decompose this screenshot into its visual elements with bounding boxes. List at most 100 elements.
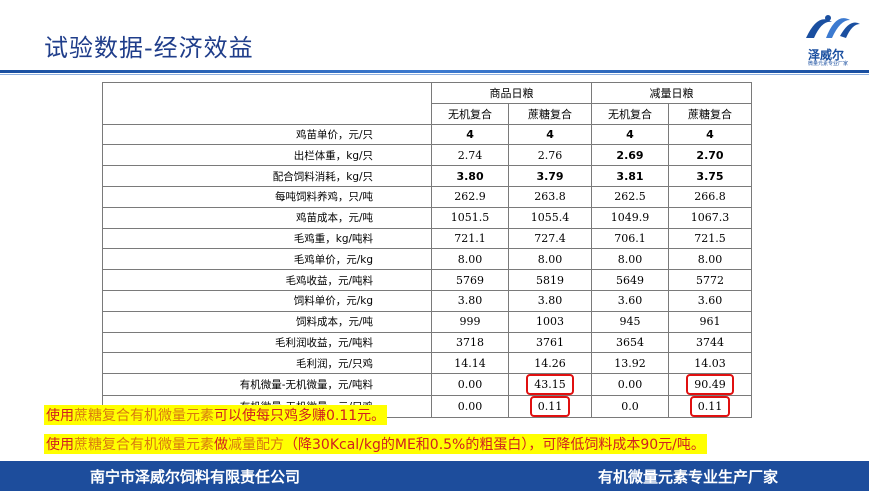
sub-header: 蔗糖复合 <box>667 102 753 125</box>
table-cell: 2.70 <box>667 144 753 167</box>
table-cell: 1049.9 <box>591 206 669 229</box>
table-cell: 3744 <box>667 331 753 354</box>
note-emphasis: 减量配方 <box>228 437 284 453</box>
row-label: 配合饲料消耗，kg/只 <box>101 165 433 187</box>
table-cell: 721.1 <box>431 227 510 250</box>
table-cell: 43.15 <box>508 373 592 397</box>
sub-header: 无机复合 <box>591 102 669 125</box>
table-cell: 3.81 <box>591 165 669 187</box>
row-label: 饲料成本，元/吨 <box>101 310 433 333</box>
table-cell: 8.00 <box>591 248 669 271</box>
table-body: 鸡苗单价，元/只 4 4 4 4 出栏体重，kg/只 2.74 2.76 2.69 2.70 配合饲… <box>101 123 753 419</box>
table-cell: 262.5 <box>591 185 669 208</box>
table-cell: 3.60 <box>591 289 669 312</box>
table-cell: 2.76 <box>508 144 592 167</box>
table-cell: 0.11 <box>508 395 592 419</box>
table-cell: 14.14 <box>431 352 510 375</box>
group-header: 商品日粮 <box>431 82 592 104</box>
table-cell: 0.00 <box>431 373 510 397</box>
table-cell: 262.9 <box>431 185 510 208</box>
note-text: 使用 <box>46 408 74 424</box>
table-cell: 266.8 <box>667 185 753 208</box>
note-text: （降30Kcal/kg的ME和0.5%的粗蛋白），可降低饲料成本90元/吨。 <box>284 437 705 453</box>
title-divider <box>0 70 869 73</box>
row-label: 鸡苗单价，元/只 <box>101 123 433 146</box>
table-cell: 2.74 <box>431 144 510 167</box>
row-label: 毛鸡收益，元/吨料 <box>101 269 433 291</box>
table-cell: 14.26 <box>508 352 592 375</box>
table-cell: 4 <box>591 123 669 146</box>
group-header: 减量日粮 <box>591 82 752 104</box>
table-cell: 3.80 <box>431 289 510 312</box>
logo-subtext: 微量元素专业厂家 <box>808 61 849 67</box>
table-cell: 721.5 <box>667 227 753 250</box>
note-emphasis: 蔗糖复合有机微量元素 <box>74 437 214 453</box>
table-cell: 3654 <box>591 331 669 354</box>
table-cell: 1003 <box>508 310 592 333</box>
title-divider-thin <box>0 74 869 75</box>
footer-slogan: 有机微量元素专业生产厂家 <box>598 468 779 486</box>
page-title: 试验数据-经济效益 <box>44 34 254 62</box>
table-cell: 945 <box>591 310 669 333</box>
note-text: 做 <box>214 437 228 453</box>
table-row: 出栏体重，kg/只 2.74 2.76 2.69 2.70 <box>101 144 753 167</box>
table-cell: 4 <box>508 123 592 146</box>
table-row: 毛鸡重，kg/吨料 721.1 727.4 706.1 721.5 <box>101 227 753 250</box>
row-label: 饲料单价，元/kg <box>101 289 433 312</box>
footer-company: 南宁市泽威尔饲料有限责任公司 <box>90 468 301 486</box>
table-row: 饲料单价，元/kg 3.80 3.80 3.60 3.60 <box>101 289 753 312</box>
row-label: 鸡苗成本，元/吨 <box>101 206 433 229</box>
table-cell: 5769 <box>431 269 510 291</box>
table-cell: 5772 <box>667 269 753 291</box>
table-cell: 4 <box>667 123 753 146</box>
row-label: 每吨饲料养鸡，只/吨 <box>101 185 433 208</box>
table-cell: 1067.3 <box>667 206 753 229</box>
row-label: 毛利润，元/只鸡 <box>101 352 433 375</box>
table-cell: 999 <box>431 310 510 333</box>
note-emphasis: 蔗糖复合有机微量元素 <box>74 408 214 424</box>
highlighted-value: 0.11 <box>529 396 571 418</box>
note-line-2: 使用蔗糖复合有机微量元素做减量配方（降30Kcal/kg的ME和0.5%的粗蛋白… <box>44 434 707 454</box>
table-row: 配合饲料消耗，kg/只 3.80 3.79 3.81 3.75 <box>101 165 753 187</box>
highlighted-value: 43.15 <box>526 374 574 396</box>
table-cell: 3.60 <box>667 289 753 312</box>
table-cell: 3718 <box>431 331 510 354</box>
table-cell: 0.11 <box>667 395 753 419</box>
table-cell: 0.00 <box>431 395 510 419</box>
table-cell: 5649 <box>591 269 669 291</box>
table-row: 毛鸡收益，元/吨料 5769 5819 5649 5772 <box>101 269 753 291</box>
row-label: 毛鸡重，kg/吨料 <box>101 227 433 250</box>
table-group-header-row: 商品日粮 减量日粮 <box>101 82 752 125</box>
row-label: 毛鸡单价，元/kg <box>101 248 433 271</box>
table-row: 毛利润收益，元/吨料 3718 3761 3654 3744 <box>101 331 753 354</box>
table-row: 每吨饲料养鸡，只/吨 262.9 263.8 262.5 266.8 <box>101 185 753 208</box>
table-cell: 3761 <box>508 331 592 354</box>
highlighted-value: 0.11 <box>689 396 731 418</box>
table-cell: 3.80 <box>508 289 592 312</box>
table-cell: 3.75 <box>667 165 753 187</box>
economic-benefit-table: 商品日粮 减量日粮 无机复合 蔗糖复合 无机复合 蔗糖复合 鸡苗单价，元/只 4 4… <box>101 82 753 419</box>
table-cell: 8.00 <box>431 248 510 271</box>
table-cell: 8.00 <box>667 248 753 271</box>
row-label: 出栏体重，kg/只 <box>101 144 433 167</box>
table-row: 饲料成本，元/吨 999 1003 945 961 <box>101 310 753 333</box>
table-cell: 90.49 <box>667 373 753 397</box>
table-row: 毛利润，元/只鸡 14.14 14.26 13.92 14.03 <box>101 352 753 375</box>
table-cell: 263.8 <box>508 185 592 208</box>
table-cell: 706.1 <box>591 227 669 250</box>
table-cell: 14.03 <box>667 352 753 375</box>
row-label: 有机微量-无机微量，元/吨料 <box>101 373 433 397</box>
row-label: 毛利润收益，元/吨料 <box>101 331 433 354</box>
table-cell: 8.00 <box>508 248 592 271</box>
table-cell: 1055.4 <box>508 206 592 229</box>
sub-header: 蔗糖复合 <box>508 102 592 125</box>
sub-header: 无机复合 <box>431 102 510 125</box>
table-cell: 13.92 <box>591 352 669 375</box>
table-cell: 3.80 <box>431 165 510 187</box>
table-cell: 1051.5 <box>431 206 510 229</box>
table-row: 毛鸡单价，元/kg 8.00 8.00 8.00 8.00 <box>101 248 753 271</box>
table-row: 鸡苗成本，元/吨 1051.5 1055.4 1049.9 1067.3 <box>101 206 753 229</box>
table-row: 有机微量-无机微量，元/吨料 0.00 43.15 0.00 90.49 <box>101 373 753 397</box>
table-cell: 2.69 <box>591 144 669 167</box>
table-cell: 0.00 <box>591 373 669 397</box>
